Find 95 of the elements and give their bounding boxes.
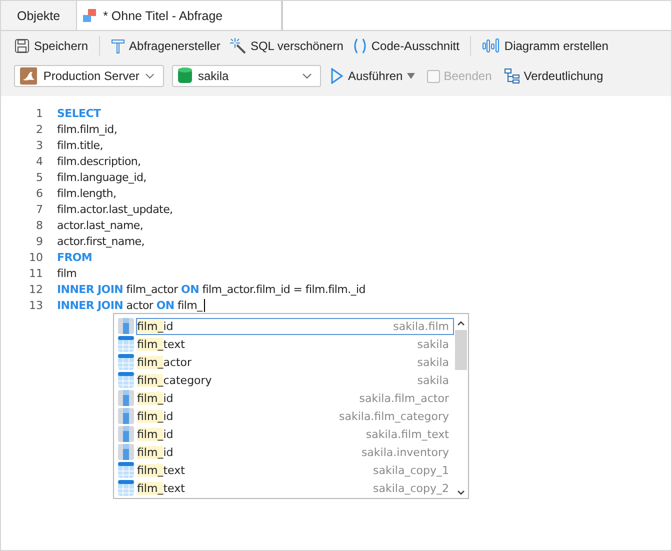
line-number: 1 xyxy=(35,106,44,120)
suggestion-item[interactable]: film_text sakila xyxy=(118,335,454,353)
suggestion-name: film_text xyxy=(137,464,185,476)
checkbox-icon xyxy=(426,70,440,82)
line-number: 8 xyxy=(35,218,44,232)
line-number: 3 xyxy=(35,138,44,152)
database-icon xyxy=(178,67,192,85)
magic-wand-icon xyxy=(230,38,246,54)
suggestion-item[interactable]: film_text sakila_copy_2 xyxy=(118,479,454,497)
line-number: 2 xyxy=(35,122,44,136)
line-number: 11 xyxy=(28,266,44,280)
code-line: SELECT xyxy=(57,106,101,120)
suggestion-name: film_id xyxy=(137,392,174,404)
suggestion-item[interactable]: film_text sakila_copy_1 xyxy=(118,461,454,479)
suggestion-source: sakila_copy_1 xyxy=(373,464,449,476)
line-number: 12 xyxy=(28,282,44,296)
toolbar-button[interactable]: SQL verschönern xyxy=(227,36,346,56)
table-icon xyxy=(118,480,134,496)
suggestion-item[interactable]: film_actor sakila xyxy=(118,353,454,371)
suggestion-item[interactable]: film_category sakila xyxy=(118,371,454,389)
database-select[interactable]: sakila xyxy=(172,65,321,87)
database-value: sakila xyxy=(198,69,230,83)
suggestion-item[interactable]: film_id sakila.film_actor xyxy=(118,389,454,407)
code-line: film.film_id, xyxy=(57,122,118,136)
save-icon xyxy=(14,38,30,54)
suggestion-source: sakila xyxy=(417,374,449,386)
chevron-down-icon xyxy=(457,490,465,495)
suggestion-item[interactable]: film_id sakila.inventory xyxy=(118,443,454,461)
code-line: film.actor.last_update, xyxy=(57,202,173,216)
code-line: INNER JOIN actor ON film_ xyxy=(57,298,202,312)
explain-button[interactable]: Verdeutlichung xyxy=(500,66,606,86)
suggestion-name: film_id xyxy=(137,446,174,458)
column-icon xyxy=(118,444,134,460)
line-number: 7 xyxy=(35,202,44,216)
connection-select[interactable]: Production Server xyxy=(14,65,164,87)
code-line: film.title, xyxy=(57,138,103,152)
column-icon xyxy=(118,426,134,442)
chevron-down-icon xyxy=(302,73,312,79)
tab[interactable]: * Ohne Titel - Abfrage xyxy=(77,1,282,30)
table-icon xyxy=(118,354,134,370)
code-line: FROM xyxy=(57,250,92,264)
code-line: actor.first_name, xyxy=(57,234,144,248)
table-icon xyxy=(118,462,134,478)
suggestion-source: sakila.film_category xyxy=(338,410,449,422)
toolbar-button[interactable]: Diagramm erstellen xyxy=(479,36,612,56)
suggestion-name: film_id xyxy=(137,410,174,422)
toolbar-button[interactable]: Code-Ausschnitt xyxy=(350,36,462,56)
suggestion-name: film_id xyxy=(137,320,174,332)
caret-icon xyxy=(406,73,415,79)
connection-value: Production Server xyxy=(43,69,140,83)
line-number: 10 xyxy=(28,250,44,264)
suggestion-source: sakila xyxy=(417,356,449,368)
chevron-down-icon xyxy=(145,73,155,79)
code-line: film xyxy=(57,266,77,280)
toolbar-button[interactable]: Abfragenersteller xyxy=(108,36,224,56)
suggestion-item[interactable]: film_id sakila.film_category xyxy=(118,407,454,425)
code-line: film.description, xyxy=(57,154,141,168)
code-line: actor.last_name, xyxy=(57,218,144,232)
suggestion-name: film_text xyxy=(137,482,185,494)
suggestion-source: sakila.film_actor xyxy=(359,392,449,404)
suggestion-name: film_id xyxy=(137,428,174,440)
tab[interactable]: Objekte xyxy=(1,1,78,30)
line-number: 4 xyxy=(35,154,44,168)
table-icon xyxy=(118,372,134,388)
diagram-icon xyxy=(504,68,520,84)
chevron-up-icon xyxy=(457,321,465,326)
suggestion-source: sakila xyxy=(417,338,449,350)
scroll-thumb[interactable] xyxy=(455,330,467,370)
code-line: film.length, xyxy=(57,186,116,200)
suggestion-name: film_actor xyxy=(137,356,192,368)
run-button[interactable]: Ausführen xyxy=(327,66,418,86)
toolbar-button[interactable]: Speichern xyxy=(11,36,92,56)
chart-icon xyxy=(482,38,500,54)
suggestion-source: sakila.film xyxy=(393,320,449,332)
column-icon xyxy=(118,408,134,424)
suggestion-source: sakila.film_text xyxy=(366,428,449,440)
suggestion-name: film_category xyxy=(137,374,212,386)
seal-icon xyxy=(20,67,38,85)
code-line: INNER JOIN film_actor ON film_actor.film_id = film.film._id xyxy=(57,282,366,296)
hammer-icon xyxy=(111,38,126,54)
suggestion-item[interactable]: film_id sakila.film_text xyxy=(118,425,454,443)
suggestion-source: sakila.inventory xyxy=(361,446,449,458)
brackets-icon xyxy=(353,38,368,54)
line-number: 13 xyxy=(28,298,44,312)
line-number: 6 xyxy=(35,186,44,200)
query-icon xyxy=(83,8,98,22)
column-icon xyxy=(118,318,134,334)
code-line: film.language_id, xyxy=(57,170,146,184)
table-icon xyxy=(118,336,134,352)
column-icon xyxy=(118,390,134,406)
play-icon xyxy=(330,68,344,84)
line-number: 5 xyxy=(35,170,44,184)
suggestion-source: sakila_copy_2 xyxy=(373,482,449,494)
suggestion-name: film_text xyxy=(137,338,185,350)
line-number: 9 xyxy=(35,234,44,248)
